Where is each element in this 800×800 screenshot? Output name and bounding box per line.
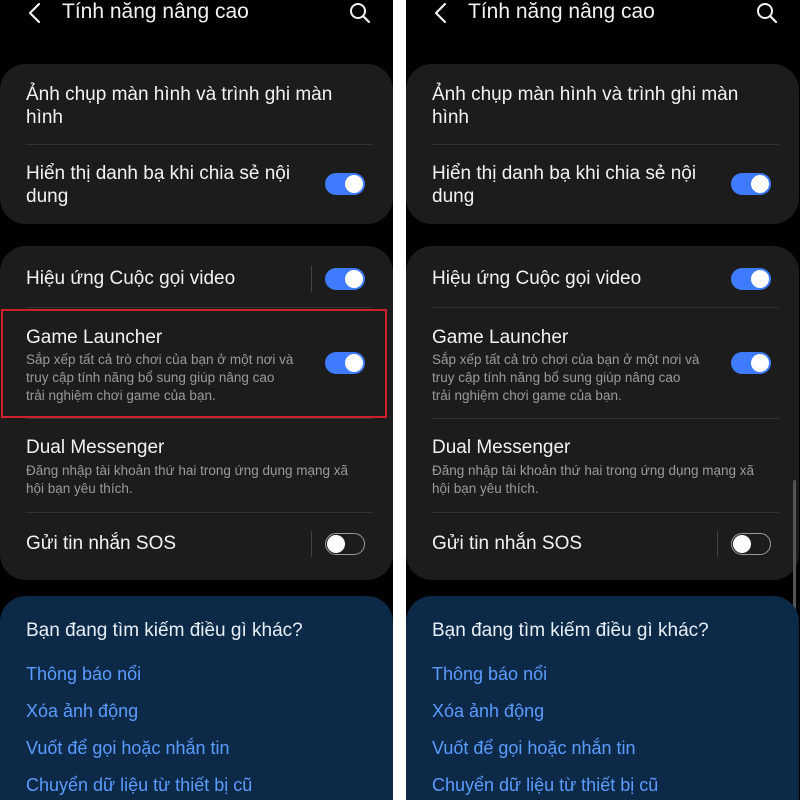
phone-screen-right: Tính năng nâng cao Ảnh chụp màn hình và … xyxy=(406,0,800,800)
divider xyxy=(26,512,373,513)
suggestions-title: Bạn đang tìm kiếm điều gì khác? xyxy=(26,620,303,641)
suggestion-link[interactable]: Thông báo nổi xyxy=(26,664,141,685)
page-title: Tính năng nâng cao xyxy=(468,0,655,23)
item-description: truy cập tính năng bổ sung giúp nâng cao xyxy=(432,370,681,385)
divider xyxy=(432,307,779,308)
suggestions-card: Bạn đang tìm kiếm điều gì khác? Thông bá… xyxy=(406,596,799,800)
item-description: Đăng nhập tài khoản thứ hai trong ứng dụ… xyxy=(26,463,349,478)
sos-message-item[interactable]: Gửi tin nhắn SOS xyxy=(406,530,799,560)
divider xyxy=(432,418,779,419)
share-contacts-toggle[interactable] xyxy=(731,173,771,195)
settings-card-top: Ảnh chụp màn hình và trình ghi màn hình … xyxy=(0,64,393,224)
item-label: Gửi tin nhắn SOS xyxy=(26,533,177,554)
item-label: Hiệu ứng Cuộc gọi video xyxy=(432,268,642,289)
dual-messenger-item[interactable]: Dual Messenger Đăng nhập tài khoản thứ h… xyxy=(406,436,799,496)
item-description: Đăng nhập tài khoản thứ hai trong ứng dụ… xyxy=(432,463,755,478)
divider xyxy=(311,266,312,292)
item-description: hội bạn yêu thích. xyxy=(432,481,539,496)
item-label: Hiển thị danh bạ khi chia sẻ nội xyxy=(26,163,291,184)
screenshot-recorder-item[interactable]: Ảnh chụp màn hình và trình ghi màn hình xyxy=(0,80,393,142)
highlight-box xyxy=(1,309,387,418)
toggle-knob xyxy=(751,354,769,372)
toggle-knob xyxy=(733,534,751,553)
sos-message-item[interactable]: Gửi tin nhắn SOS xyxy=(0,530,393,560)
suggestion-link[interactable]: Xóa ảnh động xyxy=(432,701,544,722)
divider xyxy=(26,418,373,419)
suggestion-link[interactable]: Vuốt để gọi hoặc nhắn tin xyxy=(432,738,636,759)
item-label: Ảnh chụp màn hình và trình ghi màn xyxy=(26,84,333,105)
share-contacts-item[interactable]: Hiển thị danh bạ khi chia sẻ nội dung xyxy=(0,160,393,210)
suggestion-link[interactable]: Vuốt để gọi hoặc nhắn tin xyxy=(26,738,230,759)
item-label: Dual Messenger xyxy=(432,437,571,458)
comparison-view: Tính năng nâng cao Ảnh chụp màn hình và … xyxy=(0,0,800,800)
dual-messenger-item[interactable]: Dual Messenger Đăng nhập tài khoản thứ h… xyxy=(0,436,393,496)
suggestions-title: Bạn đang tìm kiếm điều gì khác? xyxy=(432,620,709,641)
item-label: dung xyxy=(432,186,475,207)
toggle-knob xyxy=(751,270,769,288)
video-call-effects-item[interactable]: Hiệu ứng Cuộc gọi video xyxy=(0,264,393,294)
game-launcher-item[interactable]: Game Launcher Sắp xếp tất cả trò chơi củ… xyxy=(406,326,799,406)
item-label: Gửi tin nhắn SOS xyxy=(432,533,583,554)
search-icon[interactable] xyxy=(349,2,371,24)
share-contacts-toggle[interactable] xyxy=(325,173,365,195)
divider xyxy=(311,531,312,557)
search-icon[interactable] xyxy=(756,2,778,24)
game-launcher-toggle[interactable] xyxy=(731,352,771,374)
item-label: Ảnh chụp màn hình và trình ghi màn xyxy=(432,84,739,105)
item-label: dung xyxy=(26,186,69,207)
item-description: hội bạn yêu thích. xyxy=(26,481,133,496)
app-header: Tính năng nâng cao xyxy=(406,0,800,30)
video-call-effects-toggle[interactable] xyxy=(731,268,771,290)
divider xyxy=(26,144,373,145)
suggestion-link[interactable]: Thông báo nổi xyxy=(432,664,547,685)
suggestion-link[interactable]: Chuyển dữ liệu từ thiết bị cũ xyxy=(26,775,252,796)
item-label: hình xyxy=(26,107,63,128)
settings-card-features: Hiệu ứng Cuộc gọi video Game Launcher Sắ… xyxy=(406,246,799,580)
sos-message-toggle[interactable] xyxy=(731,533,771,555)
sos-message-toggle[interactable] xyxy=(325,533,365,555)
share-contacts-item[interactable]: Hiển thị danh bạ khi chia sẻ nội dung xyxy=(406,160,799,210)
divider xyxy=(432,144,779,145)
back-arrow-icon[interactable] xyxy=(432,2,452,24)
divider xyxy=(432,512,779,513)
item-label: Game Launcher xyxy=(432,327,569,348)
item-description: trải nghiệm chơi game của bạn. xyxy=(432,388,622,403)
item-label: Hiển thị danh bạ khi chia sẻ nội xyxy=(432,163,697,184)
suggestion-link[interactable]: Xóa ảnh động xyxy=(26,701,138,722)
suggestion-link[interactable]: Chuyển dữ liệu từ thiết bị cũ xyxy=(432,775,658,796)
video-call-effects-item[interactable]: Hiệu ứng Cuộc gọi video xyxy=(406,264,799,294)
item-description: Sắp xếp tất cả trò chơi của bạn ở một nơ… xyxy=(432,352,700,367)
page-title: Tính năng nâng cao xyxy=(62,0,249,23)
phone-screen-left: Tính năng nâng cao Ảnh chụp màn hình và … xyxy=(0,0,393,800)
toggle-knob xyxy=(345,270,363,288)
divider xyxy=(26,307,373,308)
settings-card-top: Ảnh chụp màn hình và trình ghi màn hình … xyxy=(406,64,799,224)
divider xyxy=(717,531,718,557)
video-call-effects-toggle[interactable] xyxy=(325,268,365,290)
toggle-knob xyxy=(327,534,345,553)
toggle-knob xyxy=(345,175,363,193)
item-label: Hiệu ứng Cuộc gọi video xyxy=(26,268,236,289)
back-arrow-icon[interactable] xyxy=(26,2,46,24)
suggestions-card: Bạn đang tìm kiếm điều gì khác? Thông bá… xyxy=(0,596,393,800)
toggle-knob xyxy=(751,175,769,193)
item-label: hình xyxy=(432,107,469,128)
screenshot-recorder-item[interactable]: Ảnh chụp màn hình và trình ghi màn hình xyxy=(406,80,799,142)
item-label: Dual Messenger xyxy=(26,437,165,458)
app-header: Tính năng nâng cao xyxy=(0,0,393,30)
